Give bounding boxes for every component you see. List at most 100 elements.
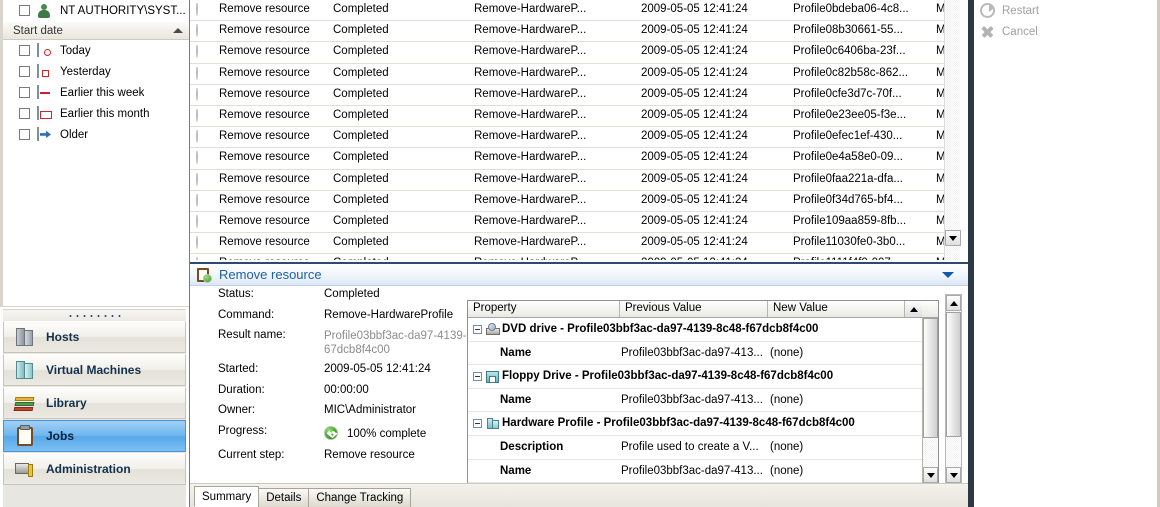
table-row[interactable]: Remove resource Completed Remove-HardwareP…: [190, 64, 960, 85]
sidebar-item-administration[interactable]: Administration: [3, 453, 186, 485]
sidebar-item-library[interactable]: Library: [3, 387, 186, 419]
gripper-dots-icon: [66, 314, 123, 318]
change-tracking-property-grid[interactable]: Property Previous Value New Value DVD dr…: [467, 300, 939, 484]
jobs-table-vertical-scrollbar[interactable]: [944, 0, 961, 260]
table-row[interactable]: Remove resource Completed Remove-HardwareP…: [190, 212, 960, 234]
property-group-row[interactable]: Floppy Drive - Profile03bbf3ac-da97-4139…: [468, 365, 938, 389]
tab-summary[interactable]: Summary: [194, 486, 260, 507]
filter-yesterday-label: Yesterday: [60, 65, 111, 78]
chevron-down-icon: [949, 472, 958, 478]
filter-earlier-this-week[interactable]: Earlier this week: [3, 82, 189, 103]
scroll-down-button[interactable]: [945, 230, 961, 246]
table-row[interactable]: Remove resource Completed Remove-HardwareP…: [190, 0, 960, 22]
property-row[interactable]: Name Profile03bbf3ac-da97-413... (none): [468, 342, 938, 366]
cell-command: Remove-HardwareP...: [474, 172, 587, 185]
action-cancel[interactable]: Cancel: [974, 21, 1157, 42]
chevron-up-icon[interactable]: [173, 28, 183, 33]
action-cancel-label: Cancel: [1002, 25, 1038, 38]
dvd-drive-icon: [486, 323, 500, 336]
summary-field-label: Duration:: [218, 383, 265, 396]
filter-group-start-date[interactable]: Start date: [3, 21, 189, 40]
filter-today-checkbox[interactable]: [19, 45, 30, 56]
vmm-jobs-window: NT AUTHORITY\SYST... Start date Today Ye…: [0, 0, 1160, 507]
property-row[interactable]: Description Profile used to create a V...…: [468, 436, 938, 460]
tab-change-tracking[interactable]: Change Tracking: [308, 488, 412, 507]
property-grid-scroll-up-button[interactable]: [905, 301, 922, 317]
filter-older[interactable]: Older: [3, 124, 189, 145]
scroll-down-button[interactable]: [923, 467, 938, 483]
calendar-older-icon: [37, 126, 53, 142]
property-group-row[interactable]: DVD drive - Profile03bbf3ac-da97-4139-8c…: [468, 318, 938, 342]
jobs-table[interactable]: Remove resource Completed Remove-HardwareP…: [190, 0, 960, 260]
table-row[interactable]: Remove resource Completed Remove-HardwareP…: [190, 42, 960, 64]
sidebar-item-hosts[interactable]: Hosts: [3, 321, 186, 353]
filter-older-checkbox[interactable]: [19, 129, 30, 140]
column-header-property[interactable]: Property: [468, 301, 620, 317]
table-row[interactable]: Remove resource Completed Remove-HardwareP…: [190, 106, 960, 128]
filter-earlier-this-month[interactable]: Earlier this month: [3, 103, 189, 124]
sidebar-item-jobs[interactable]: Jobs: [3, 420, 186, 452]
property-row[interactable]: Name Profile03bbf3ac-da97-413... (none): [468, 460, 938, 484]
column-header-previous-value[interactable]: Previous Value: [620, 301, 768, 317]
cell-result-name: Profile0cfe3d7c-70f...: [793, 87, 902, 100]
property-grid-body: DVD drive - Profile03bbf3ac-da97-4139-8c…: [468, 318, 938, 484]
cell-command: Remove-HardwareP...: [474, 3, 587, 15]
summary-field-value: Remove resource: [324, 448, 415, 461]
table-row[interactable]: Remove resource Completed Remove-HardwareP…: [190, 233, 960, 255]
restart-icon: [980, 3, 995, 18]
property-previous-value: Profile used to create a V...: [621, 440, 759, 453]
tab-details[interactable]: Details: [258, 488, 310, 507]
table-row[interactable]: Remove resource Completed Remove-HardwareP…: [190, 127, 960, 149]
job-details-header[interactable]: Remove resource: [190, 264, 968, 286]
scrollbar-thumb[interactable]: [923, 318, 938, 438]
expand-collapse-toggle-icon[interactable]: [473, 325, 482, 334]
cell-result-name: Profile0f34d765-bf4...: [793, 193, 903, 206]
column-header-new-value[interactable]: New Value: [768, 301, 905, 317]
cell-start-time: 2009-05-05 12:41:24: [641, 3, 748, 15]
summary-field-value: Completed: [324, 288, 380, 300]
cell-start-time: 2009-05-05 12:41:24: [641, 108, 748, 121]
property-new-value: (none): [770, 464, 804, 477]
sidebar-item-virtual-machines-label: Virtual Machines: [46, 363, 142, 377]
cell-command: Remove-HardwareP...: [474, 236, 587, 249]
scroll-up-button[interactable]: [946, 295, 961, 311]
property-row[interactable]: Name Profile03bbf3ac-da97-413... (none): [468, 389, 938, 413]
property-grid-vertical-scrollbar[interactable]: [922, 318, 938, 483]
cell-job-name: Remove resource: [219, 214, 310, 227]
sidebar-item-virtual-machines[interactable]: Virtual Machines: [3, 354, 186, 386]
details-pane-vertical-scrollbar[interactable]: [945, 294, 962, 484]
success-check-icon: [196, 24, 210, 38]
table-row[interactable]: Remove resource Completed Remove-HardwareP…: [190, 85, 960, 106]
filter-owner-checkbox[interactable]: [19, 5, 30, 16]
cell-status: Completed: [333, 236, 389, 249]
clipboard-icon: [14, 425, 36, 447]
summary-field-label: Status:: [218, 288, 254, 300]
table-row-partial[interactable]: Remove resource Completed Remove-HardwareP…: [190, 254, 960, 260]
scroll-down-button[interactable]: [946, 467, 961, 483]
cell-result-name: Profile0e23ee05-f3e...: [793, 108, 907, 121]
scrollbar-thumb[interactable]: [946, 312, 961, 437]
filter-group-title: Start date: [13, 24, 63, 37]
action-restart[interactable]: Restart: [974, 0, 1157, 21]
expand-collapse-toggle-icon[interactable]: [473, 419, 482, 429]
expand-collapse-toggle-icon[interactable]: [473, 372, 482, 382]
cell-command: Remove-HardwareP...: [474, 151, 587, 164]
success-check-icon: [196, 236, 210, 250]
table-row[interactable]: Remove resource Completed Remove-HardwareP…: [190, 148, 960, 170]
property-previous-value: Profile03bbf3ac-da97-413...: [621, 346, 763, 359]
filter-owner-nt-authority[interactable]: NT AUTHORITY\SYST...: [3, 0, 189, 21]
chevron-down-icon: [926, 472, 935, 478]
property-group-row[interactable]: Hardware Profile - Profile03bbf3ac-da97-…: [468, 412, 938, 436]
table-row[interactable]: Remove resource Completed Remove-HardwareP…: [190, 21, 960, 43]
table-row[interactable]: Remove resource Completed Remove-HardwareP…: [190, 170, 960, 191]
filter-yesterday[interactable]: Yesterday: [3, 61, 189, 82]
chevron-down-icon[interactable]: [942, 271, 954, 278]
filter-yesterday-checkbox[interactable]: [19, 66, 30, 77]
filter-earlier-this-month-checkbox[interactable]: [19, 108, 30, 119]
filter-earlier-this-week-checkbox[interactable]: [19, 87, 30, 98]
table-row[interactable]: Remove resource Completed Remove-HardwareP…: [190, 191, 960, 212]
cell-job-name: Remove resource: [219, 172, 310, 185]
cell-job-name: Remove resource: [219, 24, 310, 37]
property-grid-header: Property Previous Value New Value: [468, 301, 938, 318]
filter-today[interactable]: Today: [3, 40, 189, 61]
